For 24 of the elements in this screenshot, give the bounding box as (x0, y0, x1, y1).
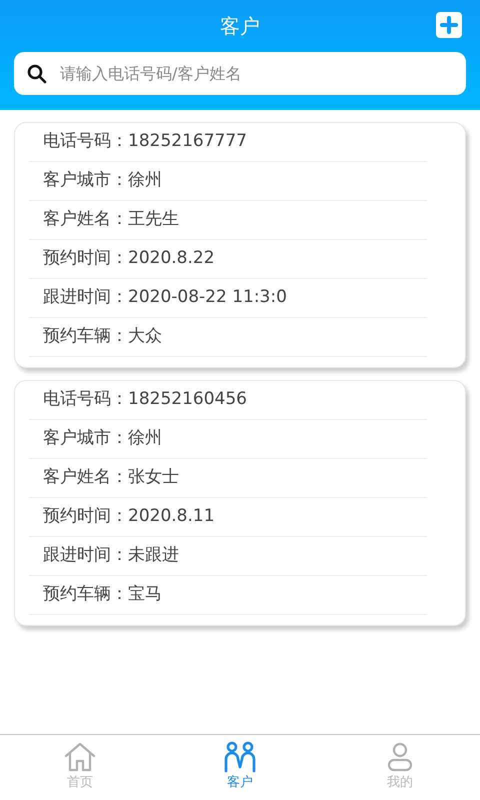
nav-tab[interactable]: 首页 (0, 735, 160, 800)
customer-field: 预约时间：2020.8.22 (43, 246, 215, 272)
customer-field: 电话号码：18252160456 (43, 387, 247, 413)
plus-icon (440, 16, 458, 34)
nav-tab[interactable]: 我的 (320, 735, 480, 800)
customer-card[interactable]: 电话号码：18252160456 客户城市：徐州 客户姓名：张女士 预约时间：2020.8.11 跟进时间：未跟进 预约车辆：宝马 (14, 380, 466, 626)
customer-field: 预约车辆：大众 (43, 324, 162, 350)
customer-field: 跟进时间：2020-08-22 11:3:0 (43, 285, 287, 311)
nav-tab[interactable]: 客户 (160, 735, 320, 800)
add-button[interactable] (436, 12, 462, 38)
customer-field: 客户姓名：张女士 (43, 465, 179, 491)
customer-field: 电话号码：18252167777 (43, 129, 247, 155)
search-icon (26, 63, 48, 85)
people-icon (223, 741, 257, 773)
search-field[interactable]: 请输入电话号码/客户姓名 (14, 52, 466, 95)
customer-field: 客户城市：徐州 (43, 426, 162, 452)
customer-field: 预约车辆：宝马 (43, 582, 162, 608)
customer-field: 预约时间：2020.8.11 (43, 504, 215, 530)
customer-field: 跟进时间：未跟进 (43, 543, 179, 569)
customer-field: 客户城市：徐州 (43, 168, 162, 194)
page-title: 客户 (220, 13, 260, 40)
customer-card[interactable]: 电话号码：18252167777 客户城市：徐州 客户姓名：王先生 预约时间：2020.8.22 跟进时间：2020-08-22 11:3:0 预约车辆：大众 (14, 122, 466, 368)
house-icon (63, 741, 97, 773)
customer-field: 客户姓名：王先生 (43, 207, 179, 233)
